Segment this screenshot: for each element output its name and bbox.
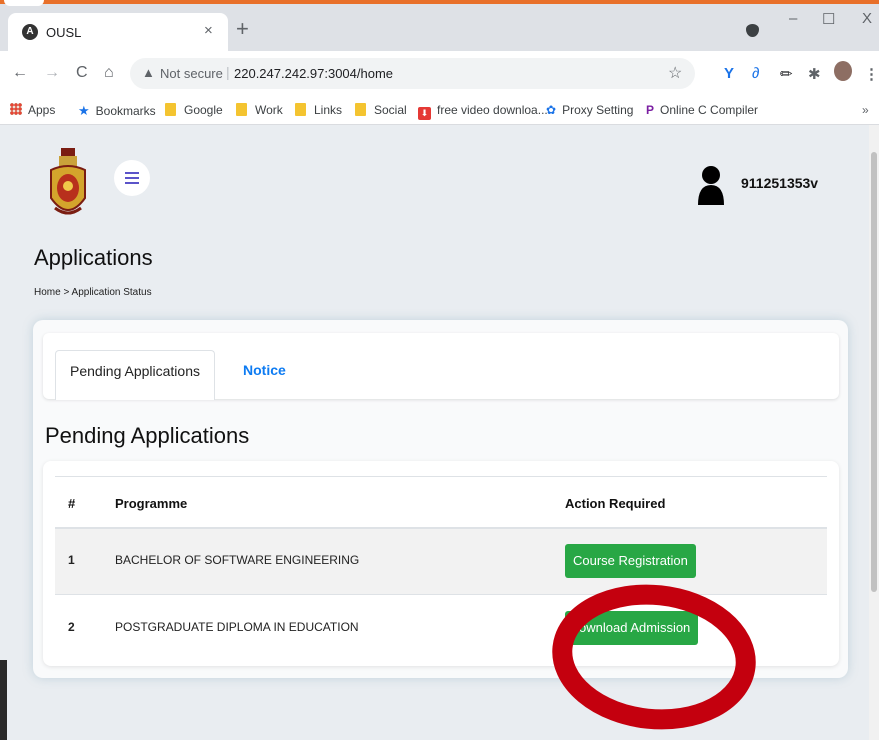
column-header-action: Action Required bbox=[565, 496, 666, 511]
window-top-accent bbox=[0, 0, 879, 6]
hamburger-line bbox=[125, 172, 139, 174]
university-crest-logo[interactable] bbox=[47, 148, 89, 222]
folder-icon bbox=[236, 103, 247, 116]
shield-icon[interactable] bbox=[746, 24, 759, 37]
angular-favicon-icon: A bbox=[22, 24, 38, 40]
tab-title: OUSL bbox=[46, 25, 82, 40]
home-icon[interactable]: ⌂ bbox=[104, 64, 114, 82]
hamburger-line bbox=[125, 182, 139, 184]
bookmark-label: Work bbox=[255, 103, 283, 117]
security-status-text[interactable]: Not secure bbox=[160, 66, 223, 81]
bookmark-free-video-download[interactable]: ⬇ free video downloa... bbox=[418, 103, 548, 120]
folder-icon bbox=[355, 103, 366, 116]
download-admission-button[interactable]: ownload Admission bbox=[565, 611, 699, 645]
bookmark-star-icon[interactable]: ☆ bbox=[668, 63, 682, 83]
bookmark-label: Social bbox=[374, 103, 407, 117]
bookmark-label: free video downloa... bbox=[437, 103, 548, 117]
row-number: 2 bbox=[68, 620, 75, 634]
address-bar[interactable]: ▲ Not secure | 220.247.242.97:3004/home … bbox=[130, 58, 695, 89]
tab-close-icon[interactable]: × bbox=[204, 22, 213, 39]
pinned-tab-stub[interactable] bbox=[4, 0, 44, 6]
bookmark-social[interactable]: Social bbox=[355, 103, 407, 117]
bookmark-proxy-setting[interactable]: ✿ Proxy Setting bbox=[546, 103, 633, 117]
left-edge-dark-strip bbox=[0, 660, 7, 740]
link-extension-icon[interactable]: ∂ bbox=[752, 65, 759, 82]
programme-name: POSTGRADUATE DIPLOMA IN EDUCATION bbox=[115, 620, 359, 634]
applications-card: Pending Applications Notice Pending Appl… bbox=[33, 320, 848, 678]
table-row: 1 BACHELOR OF SOFTWARE ENGINEERING Cours… bbox=[55, 529, 827, 595]
puzzle-extensions-icon[interactable]: ✱ bbox=[808, 65, 821, 83]
close-window-icon[interactable]: X bbox=[862, 10, 872, 27]
minimize-window-icon[interactable]: – bbox=[789, 10, 797, 27]
section-title: Pending Applications bbox=[45, 423, 250, 448]
omnibox-separator: | bbox=[226, 64, 230, 80]
apps-grid-icon bbox=[10, 103, 22, 115]
bookmark-label: Apps bbox=[28, 103, 56, 117]
page-title: Applications bbox=[34, 245, 153, 270]
bookmark-label: Bookmarks bbox=[95, 104, 156, 118]
hamburger-line bbox=[125, 177, 139, 179]
tab-notice[interactable]: Notice bbox=[243, 350, 286, 390]
bookmark-label: Online C Compiler bbox=[660, 103, 759, 117]
bookmarks-bar: Apps ★ Bookmarks Google Work Links Social… bbox=[0, 96, 879, 125]
download-icon: ⬇ bbox=[418, 107, 431, 120]
bookmark-label: Proxy Setting bbox=[562, 103, 634, 117]
column-header-programme: Programme bbox=[115, 496, 188, 511]
course-registration-button[interactable]: Course Registration bbox=[565, 544, 696, 578]
tab-pending-applications[interactable]: Pending Applications bbox=[55, 350, 215, 400]
browser-tab[interactable]: A OUSL × bbox=[8, 13, 228, 51]
folder-icon bbox=[165, 103, 176, 116]
bookmark-online-c-compiler[interactable]: P Online C Compiler bbox=[646, 103, 758, 117]
folder-icon bbox=[295, 103, 306, 116]
breadcrumb: Home > Application Status bbox=[34, 287, 152, 298]
column-header-number: # bbox=[68, 496, 76, 511]
forward-arrow-icon[interactable]: → bbox=[44, 64, 60, 82]
new-tab-icon[interactable]: + bbox=[236, 18, 249, 40]
programme-name: BACHELOR OF SOFTWARE ENGINEERING bbox=[115, 553, 360, 567]
back-arrow-icon[interactable]: ← bbox=[12, 64, 28, 82]
tabs-bar: Pending Applications Notice bbox=[43, 333, 839, 400]
page-scrollbar[interactable] bbox=[869, 125, 879, 740]
bookmark-label: Links bbox=[314, 103, 343, 117]
table-header: # Programme Action Required bbox=[55, 476, 827, 529]
bookmarks-overflow-icon[interactable]: » bbox=[862, 103, 869, 117]
pen-extension-icon[interactable]: ✏ bbox=[780, 65, 793, 83]
user-avatar-icon[interactable] bbox=[697, 165, 725, 205]
reload-icon[interactable]: C bbox=[76, 64, 88, 82]
browser-menu-icon[interactable]: ⋮ bbox=[864, 65, 879, 83]
compiler-p-icon: P bbox=[646, 103, 655, 117]
bookmark-apps[interactable]: Apps bbox=[10, 103, 55, 117]
browser-chrome: A OUSL × + – ☐ X ← → C ⌂ ▲ Not secure | … bbox=[0, 0, 879, 125]
v-extension-icon[interactable]: Y bbox=[724, 65, 734, 82]
browser-toolbar: ← → C ⌂ ▲ Not secure | 220.247.242.97:30… bbox=[0, 51, 879, 96]
warning-triangle-icon: ▲ bbox=[142, 65, 155, 80]
bookmark-links[interactable]: Links bbox=[295, 103, 342, 117]
star-icon: ★ bbox=[78, 103, 90, 118]
row-number: 1 bbox=[68, 553, 75, 567]
bookmark-work[interactable]: Work bbox=[236, 103, 283, 117]
scrollbar-thumb[interactable] bbox=[871, 152, 877, 592]
bookmark-label: Google bbox=[184, 103, 223, 117]
maximize-window-icon[interactable]: ☐ bbox=[822, 10, 835, 28]
bookmark-google[interactable]: Google bbox=[165, 103, 223, 117]
profile-avatar-icon[interactable] bbox=[834, 61, 852, 81]
table-row: 2 POSTGRADUATE DIPLOMA IN EDUCATION ownl… bbox=[55, 596, 827, 662]
gear-icon: ✿ bbox=[546, 103, 557, 117]
hamburger-menu-button[interactable] bbox=[114, 160, 150, 196]
username[interactable]: 911251353v bbox=[741, 175, 818, 191]
web-page: 911251353v Applications Home > Applicati… bbox=[0, 125, 879, 740]
url-text[interactable]: 220.247.242.97:3004/home bbox=[234, 66, 393, 81]
applications-table: # Programme Action Required 1 BACHELOR O… bbox=[43, 461, 839, 666]
bookmark-bookmarks[interactable]: ★ Bookmarks bbox=[78, 103, 156, 119]
